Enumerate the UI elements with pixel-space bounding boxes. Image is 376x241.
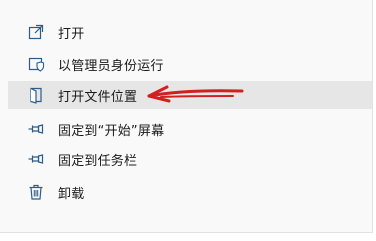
folder-location-icon: [28, 87, 44, 104]
menu-item-label: 卸载: [58, 186, 85, 202]
open-external-icon: [28, 24, 44, 40]
menu-item-label: 打开文件位置: [58, 89, 138, 105]
menu-item-label: 固定到任务栏: [58, 153, 138, 169]
menu-item-pin-to-taskbar[interactable]: 固定到任务栏: [8, 145, 372, 173]
shield-admin-icon: [28, 56, 45, 72]
pin-icon: [28, 121, 44, 137]
context-menu: 打开 以管理员身份运行 打开文件位置 固定到“开始”屏幕 固定到任务栏 卸载: [0, 0, 373, 233]
menu-item-open[interactable]: 打开: [8, 18, 372, 46]
menu-item-pin-to-start[interactable]: 固定到“开始”屏幕: [8, 115, 372, 143]
pin-icon: [28, 151, 44, 167]
menu-item-run-as-admin[interactable]: 以管理员身份运行: [8, 50, 372, 78]
menu-item-open-file-location[interactable]: 打开文件位置: [8, 81, 372, 109]
menu-item-label: 固定到“开始”屏幕: [58, 123, 165, 139]
trash-icon: [28, 184, 44, 200]
menu-item-label: 以管理员身份运行: [58, 58, 164, 74]
menu-item-uninstall[interactable]: 卸载: [8, 178, 372, 206]
menu-item-label: 打开: [58, 26, 85, 42]
